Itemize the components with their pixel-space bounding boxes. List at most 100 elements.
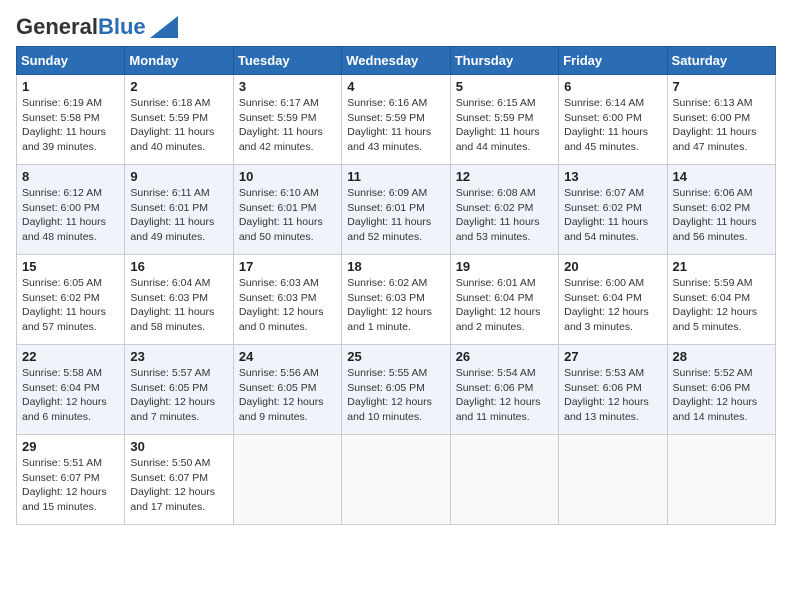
calendar-cell: 5 Sunrise: 6:15 AM Sunset: 5:59 PM Dayli… (450, 75, 558, 165)
calendar-cell: 4 Sunrise: 6:16 AM Sunset: 5:59 PM Dayli… (342, 75, 450, 165)
calendar-header-row: SundayMondayTuesdayWednesdayThursdayFrid… (17, 47, 776, 75)
calendar-cell: 3 Sunrise: 6:17 AM Sunset: 5:59 PM Dayli… (233, 75, 341, 165)
day-number: 9 (130, 169, 227, 184)
calendar-cell: 28 Sunrise: 5:52 AM Sunset: 6:06 PM Dayl… (667, 345, 775, 435)
day-number: 5 (456, 79, 553, 94)
calendar-cell: 10 Sunrise: 6:10 AM Sunset: 6:01 PM Dayl… (233, 165, 341, 255)
weekday-header: Thursday (450, 47, 558, 75)
day-number: 25 (347, 349, 444, 364)
day-info: Sunrise: 5:54 AM Sunset: 6:06 PM Dayligh… (456, 366, 553, 425)
day-info: Sunrise: 6:09 AM Sunset: 6:01 PM Dayligh… (347, 186, 444, 245)
calendar-cell: 29 Sunrise: 5:51 AM Sunset: 6:07 PM Dayl… (17, 435, 125, 525)
calendar-week-row: 29 Sunrise: 5:51 AM Sunset: 6:07 PM Dayl… (17, 435, 776, 525)
day-number: 14 (673, 169, 770, 184)
day-info: Sunrise: 5:56 AM Sunset: 6:05 PM Dayligh… (239, 366, 336, 425)
day-info: Sunrise: 5:59 AM Sunset: 6:04 PM Dayligh… (673, 276, 770, 335)
calendar-cell (667, 435, 775, 525)
day-number: 27 (564, 349, 661, 364)
weekday-header: Friday (559, 47, 667, 75)
day-info: Sunrise: 6:12 AM Sunset: 6:00 PM Dayligh… (22, 186, 119, 245)
day-number: 6 (564, 79, 661, 94)
calendar-cell: 11 Sunrise: 6:09 AM Sunset: 6:01 PM Dayl… (342, 165, 450, 255)
calendar-table: SundayMondayTuesdayWednesdayThursdayFrid… (16, 46, 776, 525)
calendar-cell: 1 Sunrise: 6:19 AM Sunset: 5:58 PM Dayli… (17, 75, 125, 165)
day-info: Sunrise: 6:11 AM Sunset: 6:01 PM Dayligh… (130, 186, 227, 245)
day-number: 24 (239, 349, 336, 364)
calendar-cell: 17 Sunrise: 6:03 AM Sunset: 6:03 PM Dayl… (233, 255, 341, 345)
weekday-header: Sunday (17, 47, 125, 75)
calendar-cell: 19 Sunrise: 6:01 AM Sunset: 6:04 PM Dayl… (450, 255, 558, 345)
day-info: Sunrise: 5:51 AM Sunset: 6:07 PM Dayligh… (22, 456, 119, 515)
day-number: 20 (564, 259, 661, 274)
weekday-header: Saturday (667, 47, 775, 75)
weekday-header: Monday (125, 47, 233, 75)
day-info: Sunrise: 5:55 AM Sunset: 6:05 PM Dayligh… (347, 366, 444, 425)
day-info: Sunrise: 6:07 AM Sunset: 6:02 PM Dayligh… (564, 186, 661, 245)
calendar-week-row: 8 Sunrise: 6:12 AM Sunset: 6:00 PM Dayli… (17, 165, 776, 255)
calendar-cell: 8 Sunrise: 6:12 AM Sunset: 6:00 PM Dayli… (17, 165, 125, 255)
day-info: Sunrise: 5:50 AM Sunset: 6:07 PM Dayligh… (130, 456, 227, 515)
calendar-cell: 15 Sunrise: 6:05 AM Sunset: 6:02 PM Dayl… (17, 255, 125, 345)
calendar-cell: 22 Sunrise: 5:58 AM Sunset: 6:04 PM Dayl… (17, 345, 125, 435)
day-info: Sunrise: 6:00 AM Sunset: 6:04 PM Dayligh… (564, 276, 661, 335)
calendar-cell: 12 Sunrise: 6:08 AM Sunset: 6:02 PM Dayl… (450, 165, 558, 255)
day-info: Sunrise: 6:03 AM Sunset: 6:03 PM Dayligh… (239, 276, 336, 335)
calendar-cell: 16 Sunrise: 6:04 AM Sunset: 6:03 PM Dayl… (125, 255, 233, 345)
calendar-cell: 18 Sunrise: 6:02 AM Sunset: 6:03 PM Dayl… (342, 255, 450, 345)
day-number: 16 (130, 259, 227, 274)
day-info: Sunrise: 6:01 AM Sunset: 6:04 PM Dayligh… (456, 276, 553, 335)
day-number: 17 (239, 259, 336, 274)
day-number: 22 (22, 349, 119, 364)
calendar-cell: 21 Sunrise: 5:59 AM Sunset: 6:04 PM Dayl… (667, 255, 775, 345)
day-number: 11 (347, 169, 444, 184)
day-number: 19 (456, 259, 553, 274)
logo-text: GeneralBlue (16, 16, 146, 38)
calendar-cell: 13 Sunrise: 6:07 AM Sunset: 6:02 PM Dayl… (559, 165, 667, 255)
logo-icon (150, 16, 178, 38)
calendar-cell: 26 Sunrise: 5:54 AM Sunset: 6:06 PM Dayl… (450, 345, 558, 435)
calendar-week-row: 22 Sunrise: 5:58 AM Sunset: 6:04 PM Dayl… (17, 345, 776, 435)
calendar-cell (559, 435, 667, 525)
day-info: Sunrise: 5:58 AM Sunset: 6:04 PM Dayligh… (22, 366, 119, 425)
day-number: 15 (22, 259, 119, 274)
day-number: 23 (130, 349, 227, 364)
weekday-header: Wednesday (342, 47, 450, 75)
day-number: 29 (22, 439, 119, 454)
day-info: Sunrise: 6:18 AM Sunset: 5:59 PM Dayligh… (130, 96, 227, 155)
day-info: Sunrise: 5:52 AM Sunset: 6:06 PM Dayligh… (673, 366, 770, 425)
day-info: Sunrise: 5:57 AM Sunset: 6:05 PM Dayligh… (130, 366, 227, 425)
day-info: Sunrise: 6:04 AM Sunset: 6:03 PM Dayligh… (130, 276, 227, 335)
day-number: 1 (22, 79, 119, 94)
calendar-week-row: 1 Sunrise: 6:19 AM Sunset: 5:58 PM Dayli… (17, 75, 776, 165)
calendar-cell: 14 Sunrise: 6:06 AM Sunset: 6:02 PM Dayl… (667, 165, 775, 255)
calendar-week-row: 15 Sunrise: 6:05 AM Sunset: 6:02 PM Dayl… (17, 255, 776, 345)
day-info: Sunrise: 6:06 AM Sunset: 6:02 PM Dayligh… (673, 186, 770, 245)
day-info: Sunrise: 6:19 AM Sunset: 5:58 PM Dayligh… (22, 96, 119, 155)
day-info: Sunrise: 6:02 AM Sunset: 6:03 PM Dayligh… (347, 276, 444, 335)
calendar-cell: 25 Sunrise: 5:55 AM Sunset: 6:05 PM Dayl… (342, 345, 450, 435)
calendar-cell: 7 Sunrise: 6:13 AM Sunset: 6:00 PM Dayli… (667, 75, 775, 165)
weekday-header: Tuesday (233, 47, 341, 75)
day-info: Sunrise: 6:13 AM Sunset: 6:00 PM Dayligh… (673, 96, 770, 155)
day-info: Sunrise: 6:10 AM Sunset: 6:01 PM Dayligh… (239, 186, 336, 245)
day-number: 10 (239, 169, 336, 184)
day-number: 21 (673, 259, 770, 274)
calendar-cell: 9 Sunrise: 6:11 AM Sunset: 6:01 PM Dayli… (125, 165, 233, 255)
calendar-cell: 2 Sunrise: 6:18 AM Sunset: 5:59 PM Dayli… (125, 75, 233, 165)
day-number: 3 (239, 79, 336, 94)
page-header: GeneralBlue (16, 16, 776, 38)
day-number: 2 (130, 79, 227, 94)
logo: GeneralBlue (16, 16, 178, 38)
day-info: Sunrise: 6:14 AM Sunset: 6:00 PM Dayligh… (564, 96, 661, 155)
calendar-cell: 30 Sunrise: 5:50 AM Sunset: 6:07 PM Dayl… (125, 435, 233, 525)
day-info: Sunrise: 6:08 AM Sunset: 6:02 PM Dayligh… (456, 186, 553, 245)
day-number: 8 (22, 169, 119, 184)
day-info: Sunrise: 6:17 AM Sunset: 5:59 PM Dayligh… (239, 96, 336, 155)
calendar-cell (233, 435, 341, 525)
day-info: Sunrise: 6:16 AM Sunset: 5:59 PM Dayligh… (347, 96, 444, 155)
day-number: 12 (456, 169, 553, 184)
day-info: Sunrise: 5:53 AM Sunset: 6:06 PM Dayligh… (564, 366, 661, 425)
day-number: 30 (130, 439, 227, 454)
day-number: 7 (673, 79, 770, 94)
day-info: Sunrise: 6:15 AM Sunset: 5:59 PM Dayligh… (456, 96, 553, 155)
